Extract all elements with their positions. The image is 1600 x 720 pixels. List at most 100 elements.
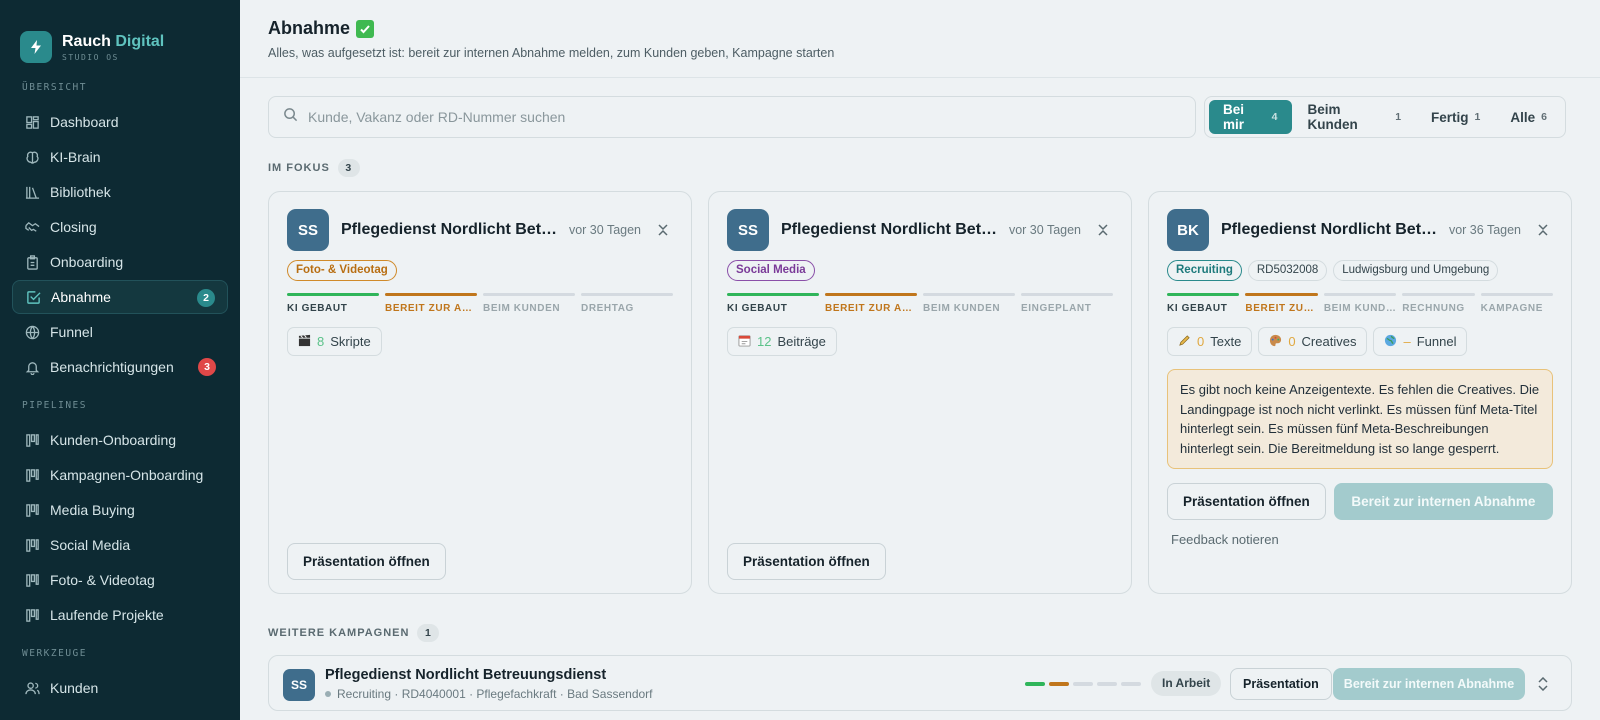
kanban-icon (24, 607, 40, 623)
handshake-icon (24, 219, 40, 235)
avatar: SS (287, 209, 329, 251)
sidebar-item-media-buying[interactable]: Media Buying (12, 493, 228, 527)
asset-chip[interactable]: 12 Beiträge (727, 327, 837, 356)
brain-icon (24, 149, 40, 165)
sidebar-item-label: Kunden-Onboarding (50, 432, 177, 448)
bell-icon (24, 359, 40, 375)
sidebar-item-bibliothek[interactable]: Bibliothek (12, 175, 228, 209)
presentation-button[interactable]: Präsentation (1230, 668, 1332, 700)
sidebar-item-label: Social Media (50, 537, 131, 553)
stage-label: KI GEBAUT (727, 303, 788, 314)
check-mark-icon (356, 19, 375, 38)
stage-progress: KI GEBAUT BEREIT ZUR ABNAHME BEIM KUNDEN… (727, 293, 1113, 314)
kanban-icon (24, 572, 40, 588)
stage-label: BEREIT ZUR ABNAHME (1245, 303, 1317, 314)
collapse-icon[interactable] (1533, 220, 1553, 240)
filter-segmented-control: Bei mir 4 Beim Kunden 1 Fertig 1 Alle 6 (1204, 96, 1566, 138)
sidebar-item-funnel[interactable]: Funnel (12, 315, 228, 349)
category-tag: Foto- & Videotag (287, 260, 397, 281)
section-title-im-fokus: IM FOKUS 3 (268, 159, 360, 177)
bolt-icon (20, 31, 52, 63)
globe-icon (1384, 334, 1397, 350)
asset-chip-texte[interactable]: 0 Texte (1167, 327, 1253, 356)
filter-alle[interactable]: Alle 6 (1496, 100, 1561, 134)
mark-ready-button[interactable]: Bereit zur internen Abnahme (1333, 668, 1525, 700)
filter-fertig[interactable]: Fertig 1 (1417, 100, 1494, 134)
sidebar-item-label: Bibliothek (50, 184, 111, 200)
asset-chip-creatives[interactable]: 0 Creatives (1258, 327, 1368, 356)
stage-label: KI GEBAUT (287, 303, 348, 314)
focus-card[interactable]: SS Pflegedienst Nordlicht Betreuungsdien… (708, 191, 1132, 594)
focus-card[interactable]: BK Pflegedienst Nordlicht Betreuungsdien… (1148, 191, 1572, 594)
filter-bei-mir[interactable]: Bei mir 4 (1209, 100, 1292, 134)
check-square-icon (25, 289, 41, 305)
avatar: SS (283, 669, 315, 701)
sidebar-item-benachrichtigungen[interactable]: Benachrichtigungen 3 (12, 350, 228, 384)
brand[interactable]: Rauch Digital STUDIO OS (0, 0, 240, 74)
pencil-icon (1178, 334, 1191, 350)
clapper-icon (298, 334, 311, 350)
stage-label: KI GEBAUT (1167, 303, 1228, 314)
category-tag: Social Media (727, 260, 815, 281)
feedback-link[interactable]: Feedback notieren (1167, 532, 1553, 547)
sidebar-item-foto-videotag[interactable]: Foto- & Videotag (12, 563, 228, 597)
stage-label: RECHNUNG (1402, 303, 1465, 314)
globe-icon (24, 324, 40, 340)
page-subtitle: Alles, was aufgesetzt ist: bereit zur in… (268, 46, 835, 60)
sidebar-item-kampagnen-onboarding[interactable]: Kampagnen-Onboarding (12, 458, 228, 492)
sidebar-item-abnahme[interactable]: Abnahme 2 (12, 280, 228, 314)
sidebar: Rauch Digital STUDIO OS ÜBERSICHT Dashbo… (0, 0, 240, 720)
brand-sub: STUDIO OS (62, 52, 119, 62)
toolbar: Bei mir4 Beim Kunden1 Fertig1 Alle6 (268, 96, 1572, 138)
sidebar-item-kunden-onboarding[interactable]: Kunden-Onboarding (12, 423, 228, 457)
asset-chip-funnel[interactable]: – Funnel (1373, 327, 1468, 356)
section-title-weitere-kampagnen: WEITERE KAMPAGNEN 1 (268, 624, 440, 642)
sidebar-item-kunden[interactable]: Kunden (12, 671, 228, 705)
main-content: Abnahme Alles, was aufgesetzt ist: berei… (240, 0, 1600, 720)
status-dot (325, 691, 331, 697)
sidebar-item-label: Benachrichtigungen (50, 359, 174, 375)
sidebar-item-onboarding[interactable]: Onboarding (12, 245, 228, 279)
mark-ready-button[interactable]: Bereit zur internen Abnahme (1333, 483, 1553, 520)
kanban-icon (24, 502, 40, 518)
sidebar-item-label: Dashboard (50, 114, 119, 130)
nav-count-badge: 2 (197, 289, 215, 307)
page-title: Abnahme (268, 18, 1600, 39)
collapse-icon[interactable] (1093, 220, 1113, 240)
sidebar-item-label: Media Buying (50, 502, 135, 518)
focus-card[interactable]: SS Pflegedienst Nordlicht Betreuungsdien… (268, 191, 692, 594)
avatar: BK (1167, 209, 1209, 251)
sidebar-item-label: Onboarding (50, 254, 124, 270)
sidebar-item-dashboard[interactable]: Dashboard (12, 105, 228, 139)
sidebar-item-closing[interactable]: Closing (12, 210, 228, 244)
sidebar-item-ki-brain[interactable]: KI-Brain (12, 140, 228, 174)
avatar: SS (727, 209, 769, 251)
category-tag: Recruiting (1167, 260, 1242, 281)
sidebar-item-label: Laufende Projekte (50, 607, 164, 623)
sidebar-item-social-media[interactable]: Social Media (12, 528, 228, 562)
campaign-row[interactable]: SS Pflegedienst Nordlicht Betreuungsdien… (268, 655, 1572, 711)
kanban-icon (24, 467, 40, 483)
section-count: 3 (337, 159, 360, 177)
search-icon (283, 107, 298, 127)
open-presentation-button[interactable]: Präsentation öffnen (1167, 483, 1326, 520)
card-time: vor 30 Tagen (1008, 223, 1081, 237)
asset-chip[interactable]: 8 Skripte (287, 327, 382, 356)
expand-icon[interactable] (1533, 674, 1553, 694)
open-presentation-button[interactable]: Präsentation öffnen (287, 543, 446, 580)
search-box[interactable] (268, 96, 1196, 138)
stage-label: BEIM KUNDEN (923, 303, 1001, 314)
filter-beim-kunden[interactable]: Beim Kunden 1 (1294, 100, 1416, 134)
search-input[interactable] (308, 109, 1168, 125)
open-presentation-button[interactable]: Präsentation öffnen (727, 543, 886, 580)
mini-stage-progress (1025, 682, 1141, 686)
stage-label: BEREIT ZUR ABNAHME (825, 303, 917, 314)
section-count: 1 (417, 624, 440, 642)
collapse-icon[interactable] (653, 220, 673, 240)
sidebar-item-laufende-projekte[interactable]: Laufende Projekte (12, 598, 228, 632)
section-label-werkzeuge: WERKZEUGE (22, 648, 87, 659)
palette-icon (1269, 334, 1282, 350)
rd-number-tag: RD5032008 (1247, 260, 1328, 281)
row-meta: Recruiting · RD4040001 · Pflegefachkraft… (325, 687, 653, 701)
blocking-warning: Es gibt noch keine Anzeigentexte. Es feh… (1167, 369, 1553, 469)
